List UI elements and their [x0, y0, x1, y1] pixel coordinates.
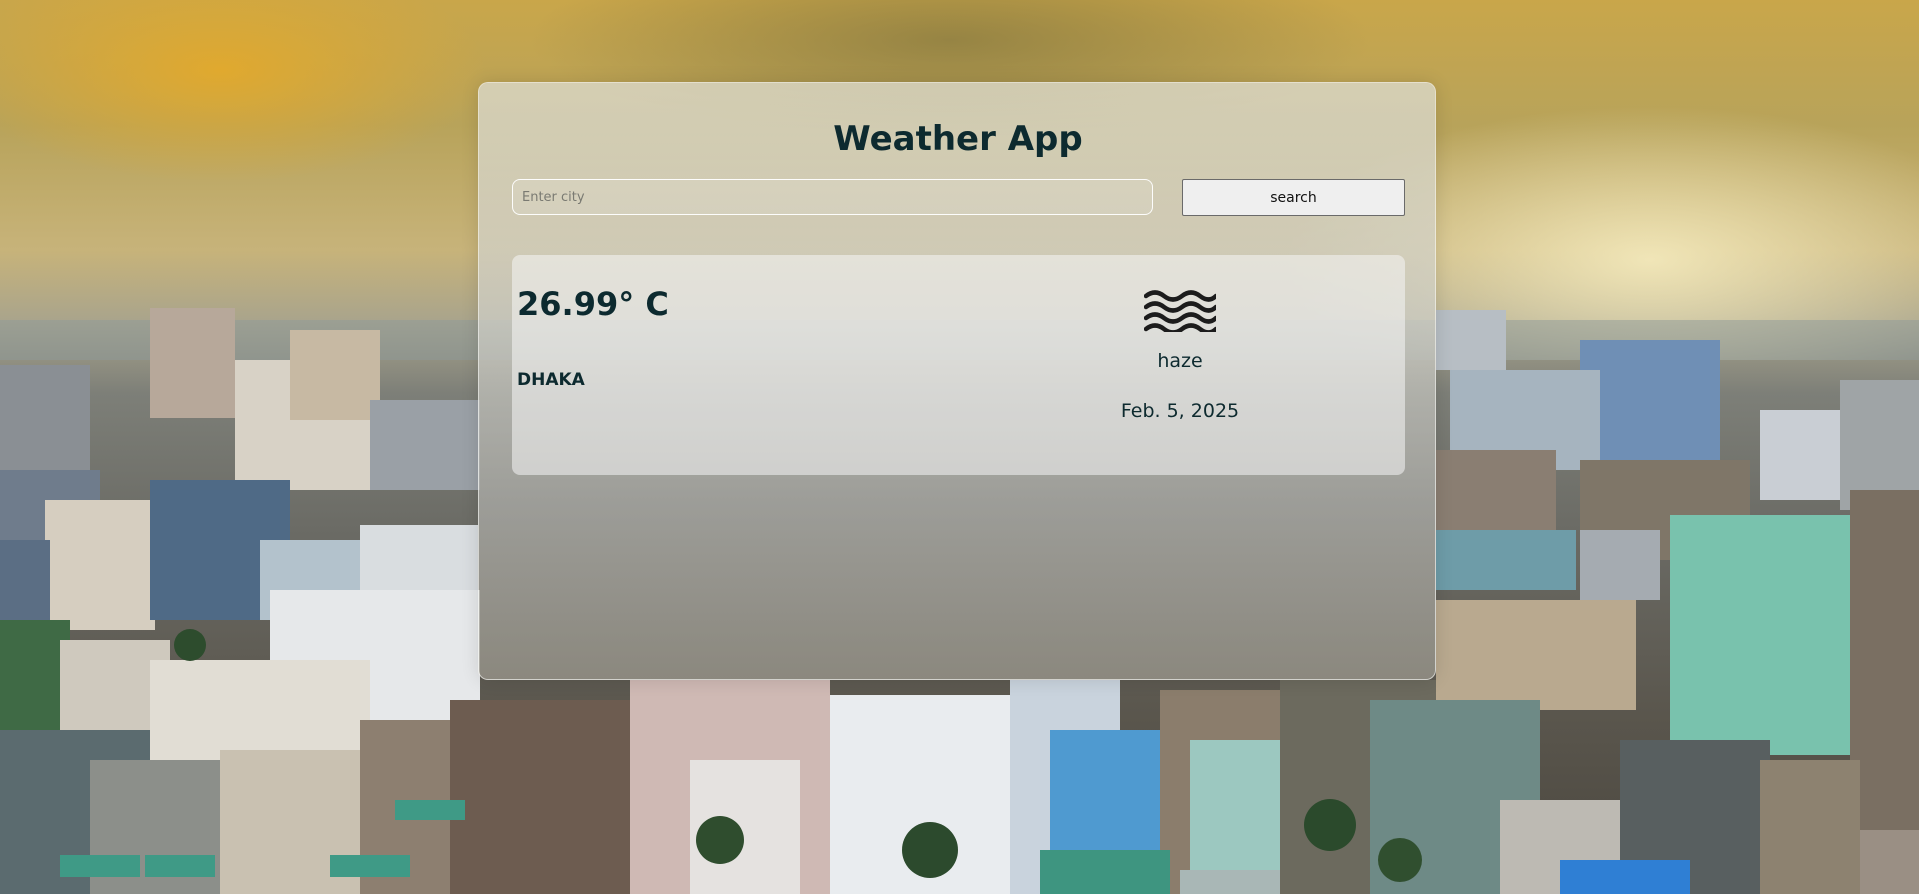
weather-result-panel: 26.99° C DHAKA haze Feb. 5, 2025 — [512, 255, 1405, 475]
weather-condition: haze — [1157, 350, 1203, 372]
temperature-value: 26.99° C — [517, 285, 669, 323]
haze-icon — [1144, 290, 1216, 332]
weather-date: Feb. 5, 2025 — [1120, 400, 1240, 422]
city-search-input[interactable] — [512, 179, 1153, 215]
weather-card: Weather App search 26.99° C DHAKA haze F… — [478, 82, 1436, 680]
city-name: DHAKA — [517, 370, 585, 390]
search-button[interactable]: search — [1182, 179, 1405, 216]
app-title: Weather App — [833, 119, 1083, 159]
